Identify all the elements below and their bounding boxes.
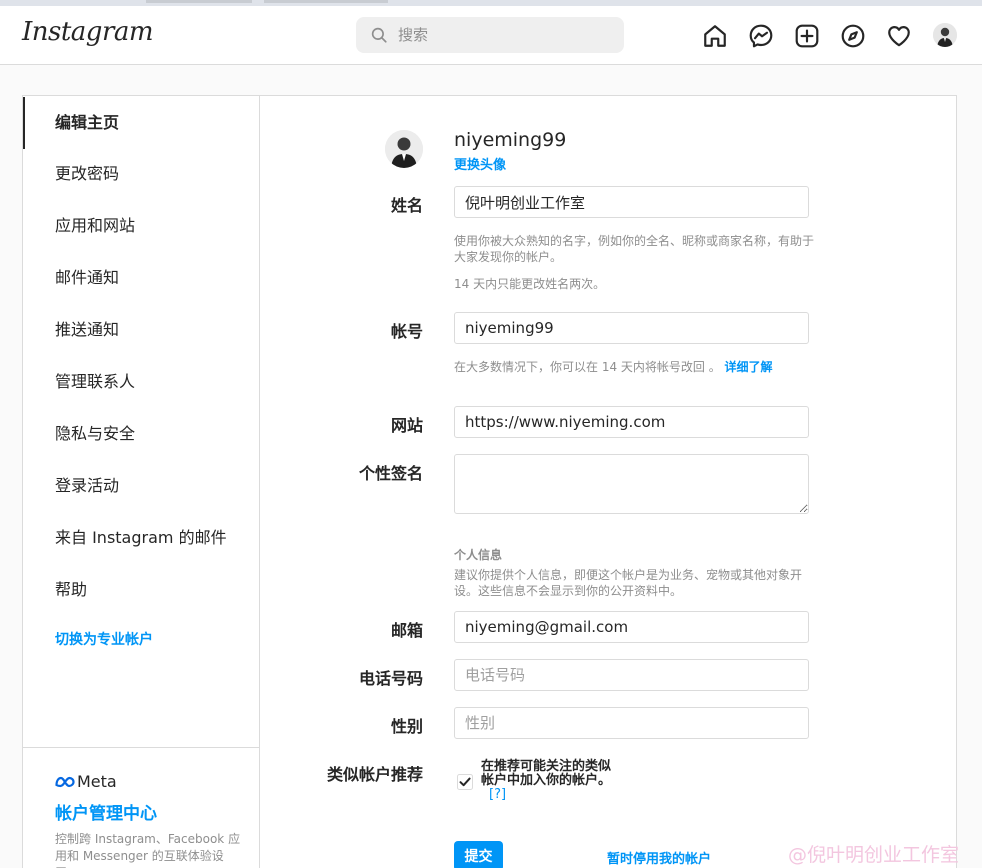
search-box[interactable]: [356, 17, 624, 53]
email-label: 邮箱: [390, 621, 423, 640]
switch-to-professional-link[interactable]: 切换为专业帐户: [55, 629, 153, 649]
email-input[interactable]: [454, 611, 809, 643]
browser-tab[interactable]: [146, 0, 252, 3]
learn-more-link[interactable]: 详细了解: [725, 360, 773, 374]
search-input[interactable]: [398, 17, 608, 53]
similar-account-suggestions-text: 在推荐可能关注的类似帐户中加入你的帐户。[?]: [481, 760, 621, 802]
settings-card: 编辑主页 更改密码 应用和网站 邮件通知 推送通知 管理联系人 隐私与安全 登录…: [22, 95, 957, 868]
sidebar-item-help[interactable]: 帮助: [23, 564, 259, 616]
sidebar-item-emails-from-instagram[interactable]: 来自 Instagram 的邮件: [23, 512, 259, 564]
gender-label: 性别: [390, 717, 423, 736]
profile-photo[interactable]: [385, 130, 423, 168]
bio-label: 个性签名: [358, 464, 423, 483]
top-navigation-bar: Instagram: [0, 6, 982, 65]
profile-username: niyeming99: [454, 129, 567, 151]
name-input[interactable]: [454, 186, 809, 218]
gender-input[interactable]: [454, 707, 809, 739]
temporarily-disable-account-link[interactable]: 暂时停用我的帐户: [607, 848, 711, 867]
messenger-icon[interactable]: [748, 23, 774, 49]
username-help-text: 在大多数情况下，你可以在 14 天内将帐号改回 。 详细了解: [454, 359, 814, 375]
explore-icon[interactable]: [840, 23, 866, 49]
meta-logo-text: Meta: [77, 772, 117, 791]
sidebar-item-email-notifications[interactable]: 邮件通知: [23, 252, 259, 304]
phone-input[interactable]: [454, 659, 809, 691]
personal-info-help-text: 建议你提供个人信息，即便这个帐户是为业务、宠物或其他对象开设。这些信息不会显示到…: [454, 568, 803, 598]
bio-textarea[interactable]: [454, 454, 809, 514]
instagram-logo[interactable]: Instagram: [22, 17, 154, 47]
website-label: 网站: [390, 416, 423, 435]
name-change-limit-text: 14 天内只能更改姓名两次。: [454, 277, 606, 291]
username-label: 帐号: [390, 322, 423, 341]
name-help-text: 使用你被大众熟知的名字，例如你的全名、昵称或商家名称，有助于大家发现你的帐户。: [454, 234, 815, 264]
sidebar-divider: [23, 747, 259, 748]
watermark: @倪叶明创业工作室: [788, 844, 960, 866]
phone-label: 电话号码: [358, 669, 423, 688]
browser-tab[interactable]: [264, 0, 388, 3]
home-icon[interactable]: [702, 23, 728, 49]
activity-heart-icon[interactable]: [886, 23, 912, 49]
suggestions-help-link[interactable]: [?]: [489, 787, 506, 802]
search-icon: [371, 27, 387, 43]
submit-button[interactable]: 提交: [454, 841, 503, 868]
similar-account-suggestions-checkbox[interactable]: [457, 774, 473, 790]
meta-infinity-icon: [55, 776, 75, 787]
similar-account-suggestions-label: 类似帐户推荐: [326, 765, 423, 784]
website-input[interactable]: [454, 406, 809, 438]
accounts-center-description: 控制跨 Instagram、Facebook 应用和 Messenger 的互联…: [55, 832, 241, 868]
meta-logo: Meta: [55, 772, 117, 791]
personal-info-title: 个人信息: [454, 548, 503, 562]
name-label: 姓名: [390, 196, 423, 215]
profile-avatar[interactable]: [933, 23, 957, 47]
accounts-center-link[interactable]: 帐户管理中心: [55, 799, 157, 824]
avatar-photo: [933, 23, 957, 47]
username-help-message: 在大多数情况下，你可以在 14 天内将帐号改回 。: [454, 360, 721, 374]
sidebar-item-manage-contacts[interactable]: 管理联系人: [23, 356, 259, 408]
new-post-icon[interactable]: [794, 23, 820, 49]
avatar-photo: [385, 130, 423, 168]
change-photo-link[interactable]: 更换头像: [454, 154, 506, 173]
sidebar-item-edit-profile[interactable]: 编辑主页: [23, 97, 259, 149]
similar-account-suggestions-description: 在推荐可能关注的类似帐户中加入你的帐户。: [481, 759, 612, 788]
username-input[interactable]: [454, 312, 809, 344]
